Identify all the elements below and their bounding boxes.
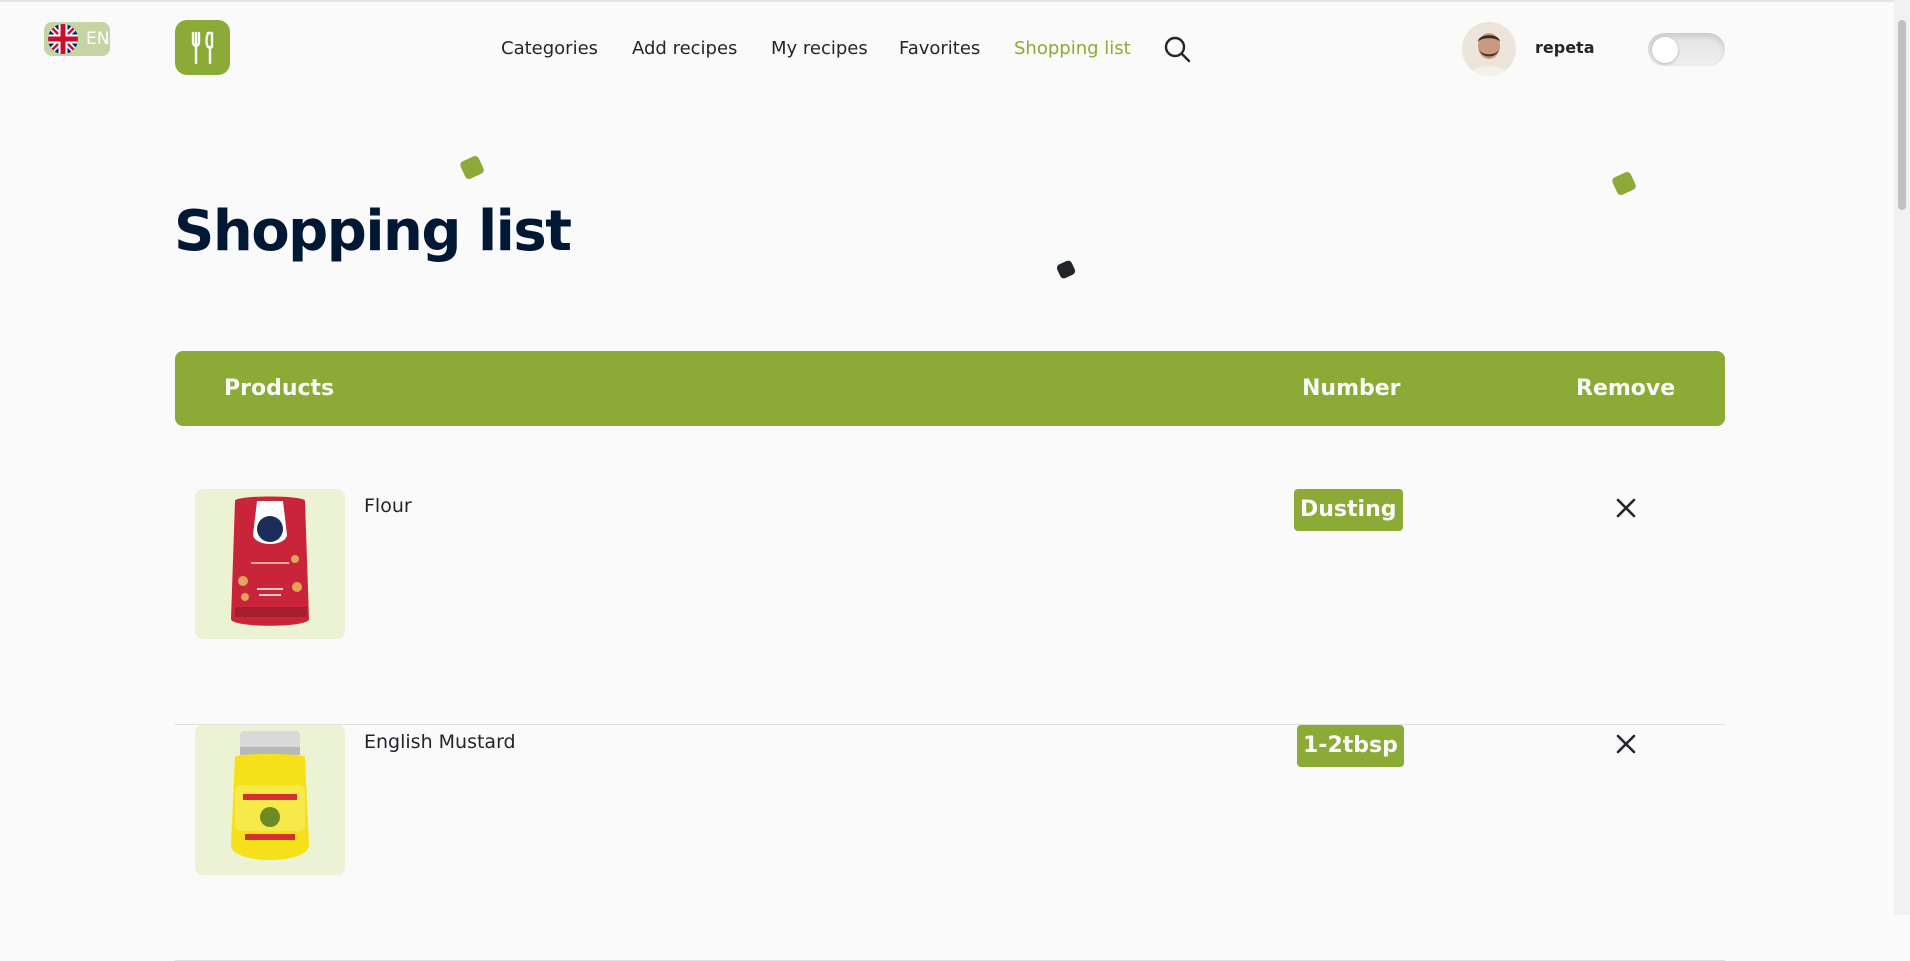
decorative-square — [1055, 259, 1077, 280]
logo[interactable] — [175, 20, 230, 75]
quantity-badge: Dusting — [1294, 489, 1403, 531]
product-name: Flour — [364, 495, 412, 517]
top-border — [0, 0, 1910, 2]
header-products: Products — [224, 376, 335, 401]
scrollbar-thumb[interactable] — [1898, 20, 1906, 210]
nav-favorites[interactable]: Favorites — [899, 34, 980, 64]
close-icon[interactable] — [1615, 497, 1637, 519]
table-row: English Mustard 1-2tbsp — [175, 725, 1725, 961]
flour-pack-icon — [195, 489, 345, 639]
decorative-square — [1610, 170, 1638, 197]
quantity-badge: 1-2tbsp — [1297, 725, 1404, 767]
scrollbar[interactable] — [1894, 0, 1910, 915]
mustard-jar-icon — [195, 725, 345, 875]
theme-toggle[interactable] — [1648, 33, 1725, 66]
table-header: Products Number Remove — [175, 351, 1725, 426]
fork-knife-icon — [191, 31, 213, 64]
language-code: EN — [86, 29, 110, 49]
uk-flag-icon — [48, 24, 78, 54]
nav-my-recipes[interactable]: My recipes — [771, 34, 868, 64]
username: repeta — [1535, 38, 1595, 57]
search-icon[interactable] — [1162, 34, 1192, 64]
nav-categories[interactable]: Categories — [501, 34, 598, 64]
avatar[interactable] — [1462, 22, 1516, 76]
header-remove: Remove — [1576, 376, 1676, 401]
header-number: Number — [1302, 376, 1401, 401]
page-title: Shopping list — [174, 199, 572, 264]
table-row: Flour Dusting — [175, 489, 1725, 725]
decorative-square — [458, 154, 486, 181]
nav-shopping-list[interactable]: Shopping list — [1014, 34, 1131, 64]
toggle-knob — [1652, 37, 1678, 63]
product-image — [195, 725, 345, 875]
close-icon[interactable] — [1615, 733, 1637, 755]
language-switcher[interactable]: EN — [44, 22, 110, 56]
product-image — [195, 489, 345, 639]
product-name: English Mustard — [364, 731, 516, 753]
nav-add-recipes[interactable]: Add recipes — [632, 34, 737, 64]
user-photo-icon — [1462, 22, 1516, 76]
